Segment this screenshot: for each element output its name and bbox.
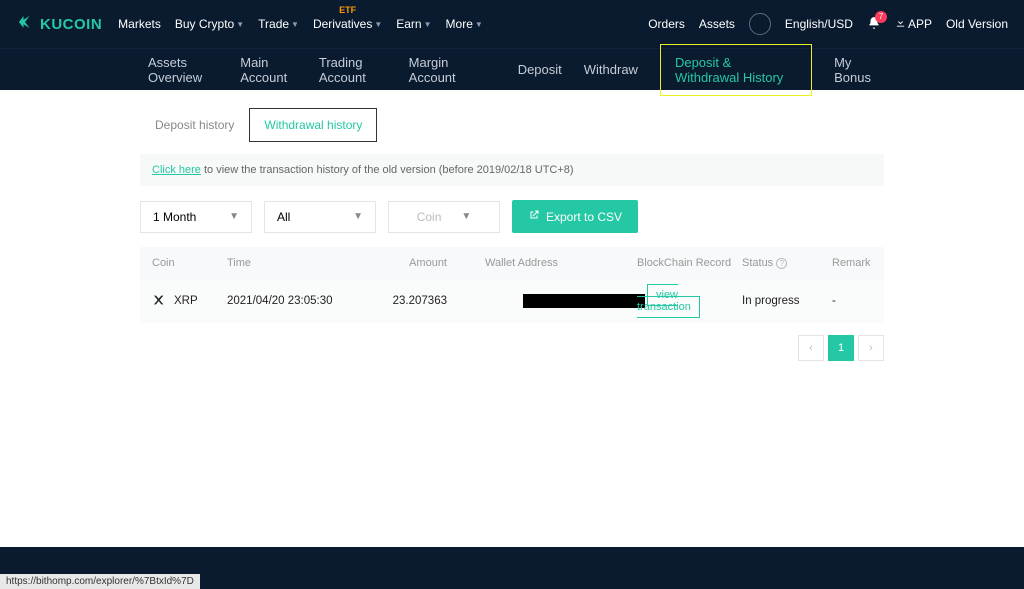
notice-link[interactable]: Click here [152,164,201,176]
chevron-down-icon: ▼ [353,211,363,222]
subnav-assets-overview[interactable]: Assets Overview [148,55,218,85]
old-version-notice: Click here to view the transaction histo… [140,154,884,186]
logo-text: KUCOIN [40,16,102,33]
period-dropdown[interactable]: 1 Month ▼ [140,201,252,233]
chevron-down-icon: ▼ [424,20,432,29]
nav-orders[interactable]: Orders [648,17,685,31]
coin-select-dropdown[interactable]: Coin ▼ [388,201,500,233]
th-status: Status ? [742,257,832,269]
withdrawal-table: Coin Time Amount Wallet Address BlockCha… [140,247,884,323]
nav-assets[interactable]: Assets [699,17,735,31]
subnav-trading-account[interactable]: Trading Account [319,55,387,85]
right-nav: Orders Assets English/USD 7 APP Old Vers… [648,13,1008,35]
notifications-button[interactable]: 7 [867,16,881,33]
main-nav: Markets Buy Crypto▼ Trade▼ ETF Derivativ… [118,17,483,31]
nav-markets[interactable]: Markets [118,17,161,31]
page-number-button[interactable]: 1 [828,335,854,361]
table-row: XRP 2021/04/20 23:05:30 23.207363 view t… [140,279,884,323]
top-navbar: KUCOIN Markets Buy Crypto▼ Trade▼ ETF De… [0,0,1024,48]
coin-filter-dropdown[interactable]: All ▼ [264,201,376,233]
history-tabs: Deposit history Withdrawal history [140,108,884,142]
avatar[interactable] [749,13,771,35]
cell-blockchain: view transaction [627,289,742,313]
nav-old-version[interactable]: Old Version [946,17,1008,31]
nav-derivatives[interactable]: ETF Derivatives▼ [313,17,382,31]
subnav-my-bonus[interactable]: My Bonus [834,55,876,85]
etf-badge: ETF [339,5,356,15]
th-amount: Amount [382,257,447,269]
notification-count: 7 [875,11,887,23]
logo[interactable]: KUCOIN [16,13,102,36]
xrp-icon [152,293,168,309]
cell-remark: - [832,295,872,307]
chevron-down-icon: ▼ [461,211,471,222]
subnav-deposit[interactable]: Deposit [518,62,562,77]
nav-app[interactable]: APP [895,17,932,31]
nav-trade[interactable]: Trade▼ [258,17,299,31]
notice-text: to view the transaction history of the o… [201,164,574,176]
th-time: Time [227,257,382,269]
chevron-down-icon: ▼ [291,20,299,29]
help-icon[interactable]: ? [776,258,787,269]
cell-coin: XRP [152,293,227,309]
nav-language[interactable]: English/USD [785,17,853,31]
logo-icon [16,13,34,36]
view-transaction-link[interactable]: view transaction [637,284,700,318]
table-header: Coin Time Amount Wallet Address BlockCha… [140,247,884,279]
th-wallet: Wallet Address [447,257,627,269]
chevron-down-icon: ▼ [229,211,239,222]
nav-earn[interactable]: Earn▼ [396,17,431,31]
browser-status-bar: https://bithomp.com/explorer/%7BtxId%7D [0,574,200,589]
nav-more[interactable]: More▼ [446,17,483,31]
download-icon [895,17,906,31]
page-next-button[interactable]: › [858,335,884,361]
subnav-history[interactable]: Deposit & Withdrawal History [660,44,812,96]
main-content: Deposit history Withdrawal history Click… [0,90,1024,361]
cell-amount: 23.207363 [382,295,447,307]
chevron-down-icon: ▼ [374,20,382,29]
filter-bar: 1 Month ▼ All ▼ Coin ▼ Export to CSV [140,200,884,233]
cell-time: 2021/04/20 23:05:30 [227,295,382,307]
th-remark: Remark [832,257,872,269]
tab-deposit-history[interactable]: Deposit history [140,108,249,142]
subnav-withdraw[interactable]: Withdraw [584,62,638,77]
export-icon [528,209,540,224]
subnav-margin-account[interactable]: Margin Account [409,55,474,85]
nav-buy-crypto[interactable]: Buy Crypto▼ [175,17,244,31]
sub-navbar: Assets Overview Main Account Trading Acc… [0,48,1024,90]
chevron-down-icon: ▼ [475,20,483,29]
pagination: ‹ 1 › [140,335,884,361]
cell-status: In progress [742,295,832,307]
subnav-main-account[interactable]: Main Account [240,55,297,85]
chevron-down-icon: ▼ [236,20,244,29]
th-blockchain: BlockChain Record [627,257,742,269]
cell-wallet [447,294,627,308]
tab-withdrawal-history[interactable]: Withdrawal history [249,108,377,142]
page-prev-button[interactable]: ‹ [798,335,824,361]
export-csv-button[interactable]: Export to CSV [512,200,638,233]
th-coin: Coin [152,257,227,269]
